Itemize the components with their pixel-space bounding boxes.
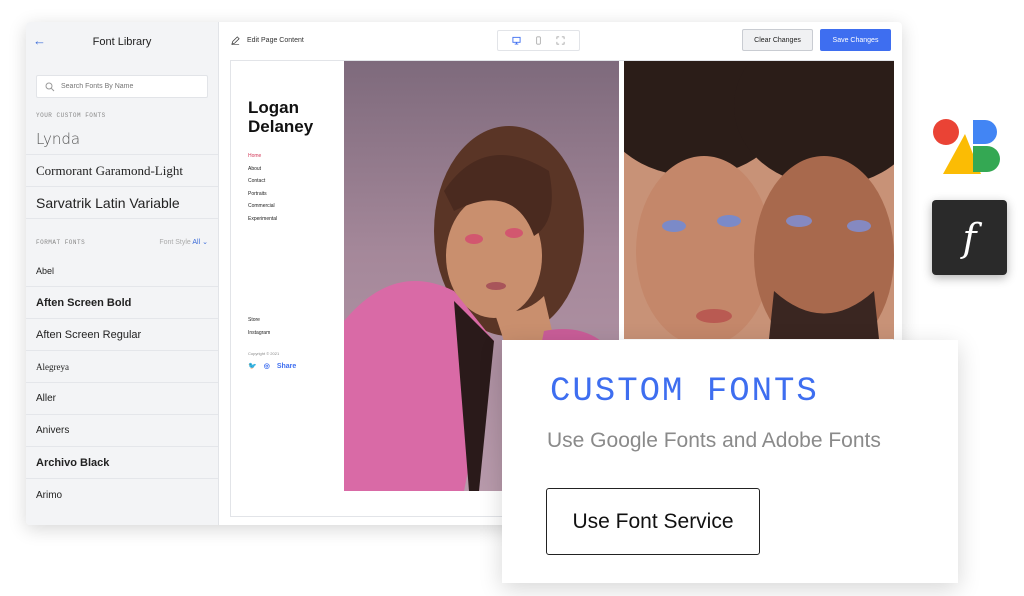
font-item-aller[interactable]: Aller: [26, 383, 218, 415]
search-icon: [45, 82, 55, 91]
use-font-service-button[interactable]: Use Font Service: [546, 488, 760, 555]
copyright: Copyright © 2021: [248, 351, 280, 356]
font-style-value: All: [192, 239, 201, 246]
font-item-alegreya[interactable]: Alegreya: [26, 351, 218, 383]
edit-page-content[interactable]: Edit Page Content: [231, 36, 304, 45]
font-item-cormorant[interactable]: Cormorant Garamond-Light: [26, 155, 218, 187]
pencil-icon: [231, 36, 240, 45]
nav-store[interactable]: Store: [248, 317, 270, 330]
font-item-abel[interactable]: Abel: [26, 255, 218, 287]
font-style-filter[interactable]: Font Style All ⌄: [159, 238, 208, 246]
site-title-line2: Delaney: [248, 117, 314, 136]
save-changes-button[interactable]: Save Changes: [820, 29, 891, 51]
twitter-icon[interactable]: 🐦: [248, 362, 257, 370]
clear-changes-button[interactable]: Clear Changes: [742, 29, 813, 51]
nav-experimental[interactable]: Experimental: [248, 216, 277, 229]
nav-home[interactable]: Home: [248, 153, 277, 166]
font-item-archivo-black[interactable]: Archivo Black: [26, 447, 218, 479]
font-style-label: Font Style: [159, 239, 191, 246]
font-item-aften-regular[interactable]: Aften Screen Regular: [26, 319, 218, 351]
back-arrow-icon[interactable]: ←: [33, 34, 46, 47]
search-input[interactable]: [61, 83, 201, 90]
nav-portraits[interactable]: Portraits: [248, 191, 277, 204]
site-title-line1: Logan: [248, 98, 299, 117]
custom-fonts-label: YOUR CUSTOM FONTS: [36, 112, 106, 119]
nav-commercial[interactable]: Commercial: [248, 203, 277, 216]
nav-about[interactable]: About: [248, 166, 277, 179]
adobe-fonts-icon: f: [932, 200, 1007, 275]
edit-label: Edit Page Content: [247, 37, 304, 44]
font-item-lynda[interactable]: Lynda: [26, 123, 218, 155]
sidebar-title: Font Library: [92, 36, 152, 48]
social-links: 🐦 ◎ Share: [248, 362, 303, 371]
sidebar-header: ← Font Library: [26, 22, 218, 62]
share-link[interactable]: Share: [277, 363, 296, 370]
nav-instagram[interactable]: Instagram: [248, 330, 270, 343]
chevron-down-icon: ⌄: [202, 239, 208, 246]
font-item-anivers[interactable]: Anivers: [26, 415, 218, 447]
card-subtitle: Use Google Fonts and Adobe Fonts: [547, 429, 881, 452]
portrait-photo-couple: [624, 61, 894, 339]
font-search[interactable]: [36, 75, 208, 98]
stage: ← Font Library YOUR CUSTOM FONTS Lynda C…: [0, 0, 1024, 596]
nav-contact[interactable]: Contact: [248, 178, 277, 191]
desktop-icon[interactable]: [512, 36, 522, 46]
instagram-icon[interactable]: ◎: [264, 362, 270, 370]
device-switcher: [497, 30, 580, 51]
format-fonts-label: FORMAT FONTS: [36, 238, 86, 246]
mobile-icon[interactable]: [533, 36, 543, 46]
font-item-sarvatrik[interactable]: Sarvatrik Latin Variable: [26, 187, 218, 219]
fullscreen-icon[interactable]: [555, 36, 565, 46]
google-fonts-icon: [929, 114, 1009, 180]
site-title: Logan Delaney: [248, 98, 338, 136]
adobe-fonts-glyph: f: [962, 215, 977, 260]
site-nav-secondary: Store Instagram: [248, 317, 270, 343]
custom-fonts-card: CUSTOM FONTS Use Google Fonts and Adobe …: [502, 340, 958, 583]
font-item-arimo[interactable]: Arimo: [26, 479, 218, 511]
site-nav: Home About Contact Portraits Commercial …: [248, 153, 277, 228]
font-library-sidebar: ← Font Library YOUR CUSTOM FONTS Lynda C…: [26, 22, 219, 525]
font-item-aften-bold[interactable]: Aften Screen Bold: [26, 287, 218, 319]
card-title: CUSTOM FONTS: [550, 373, 819, 411]
editor-toolbar: Edit Page Content Clear Changes Save Cha…: [219, 22, 902, 60]
format-fonts-header: FORMAT FONTS Font Style All ⌄: [26, 229, 218, 255]
